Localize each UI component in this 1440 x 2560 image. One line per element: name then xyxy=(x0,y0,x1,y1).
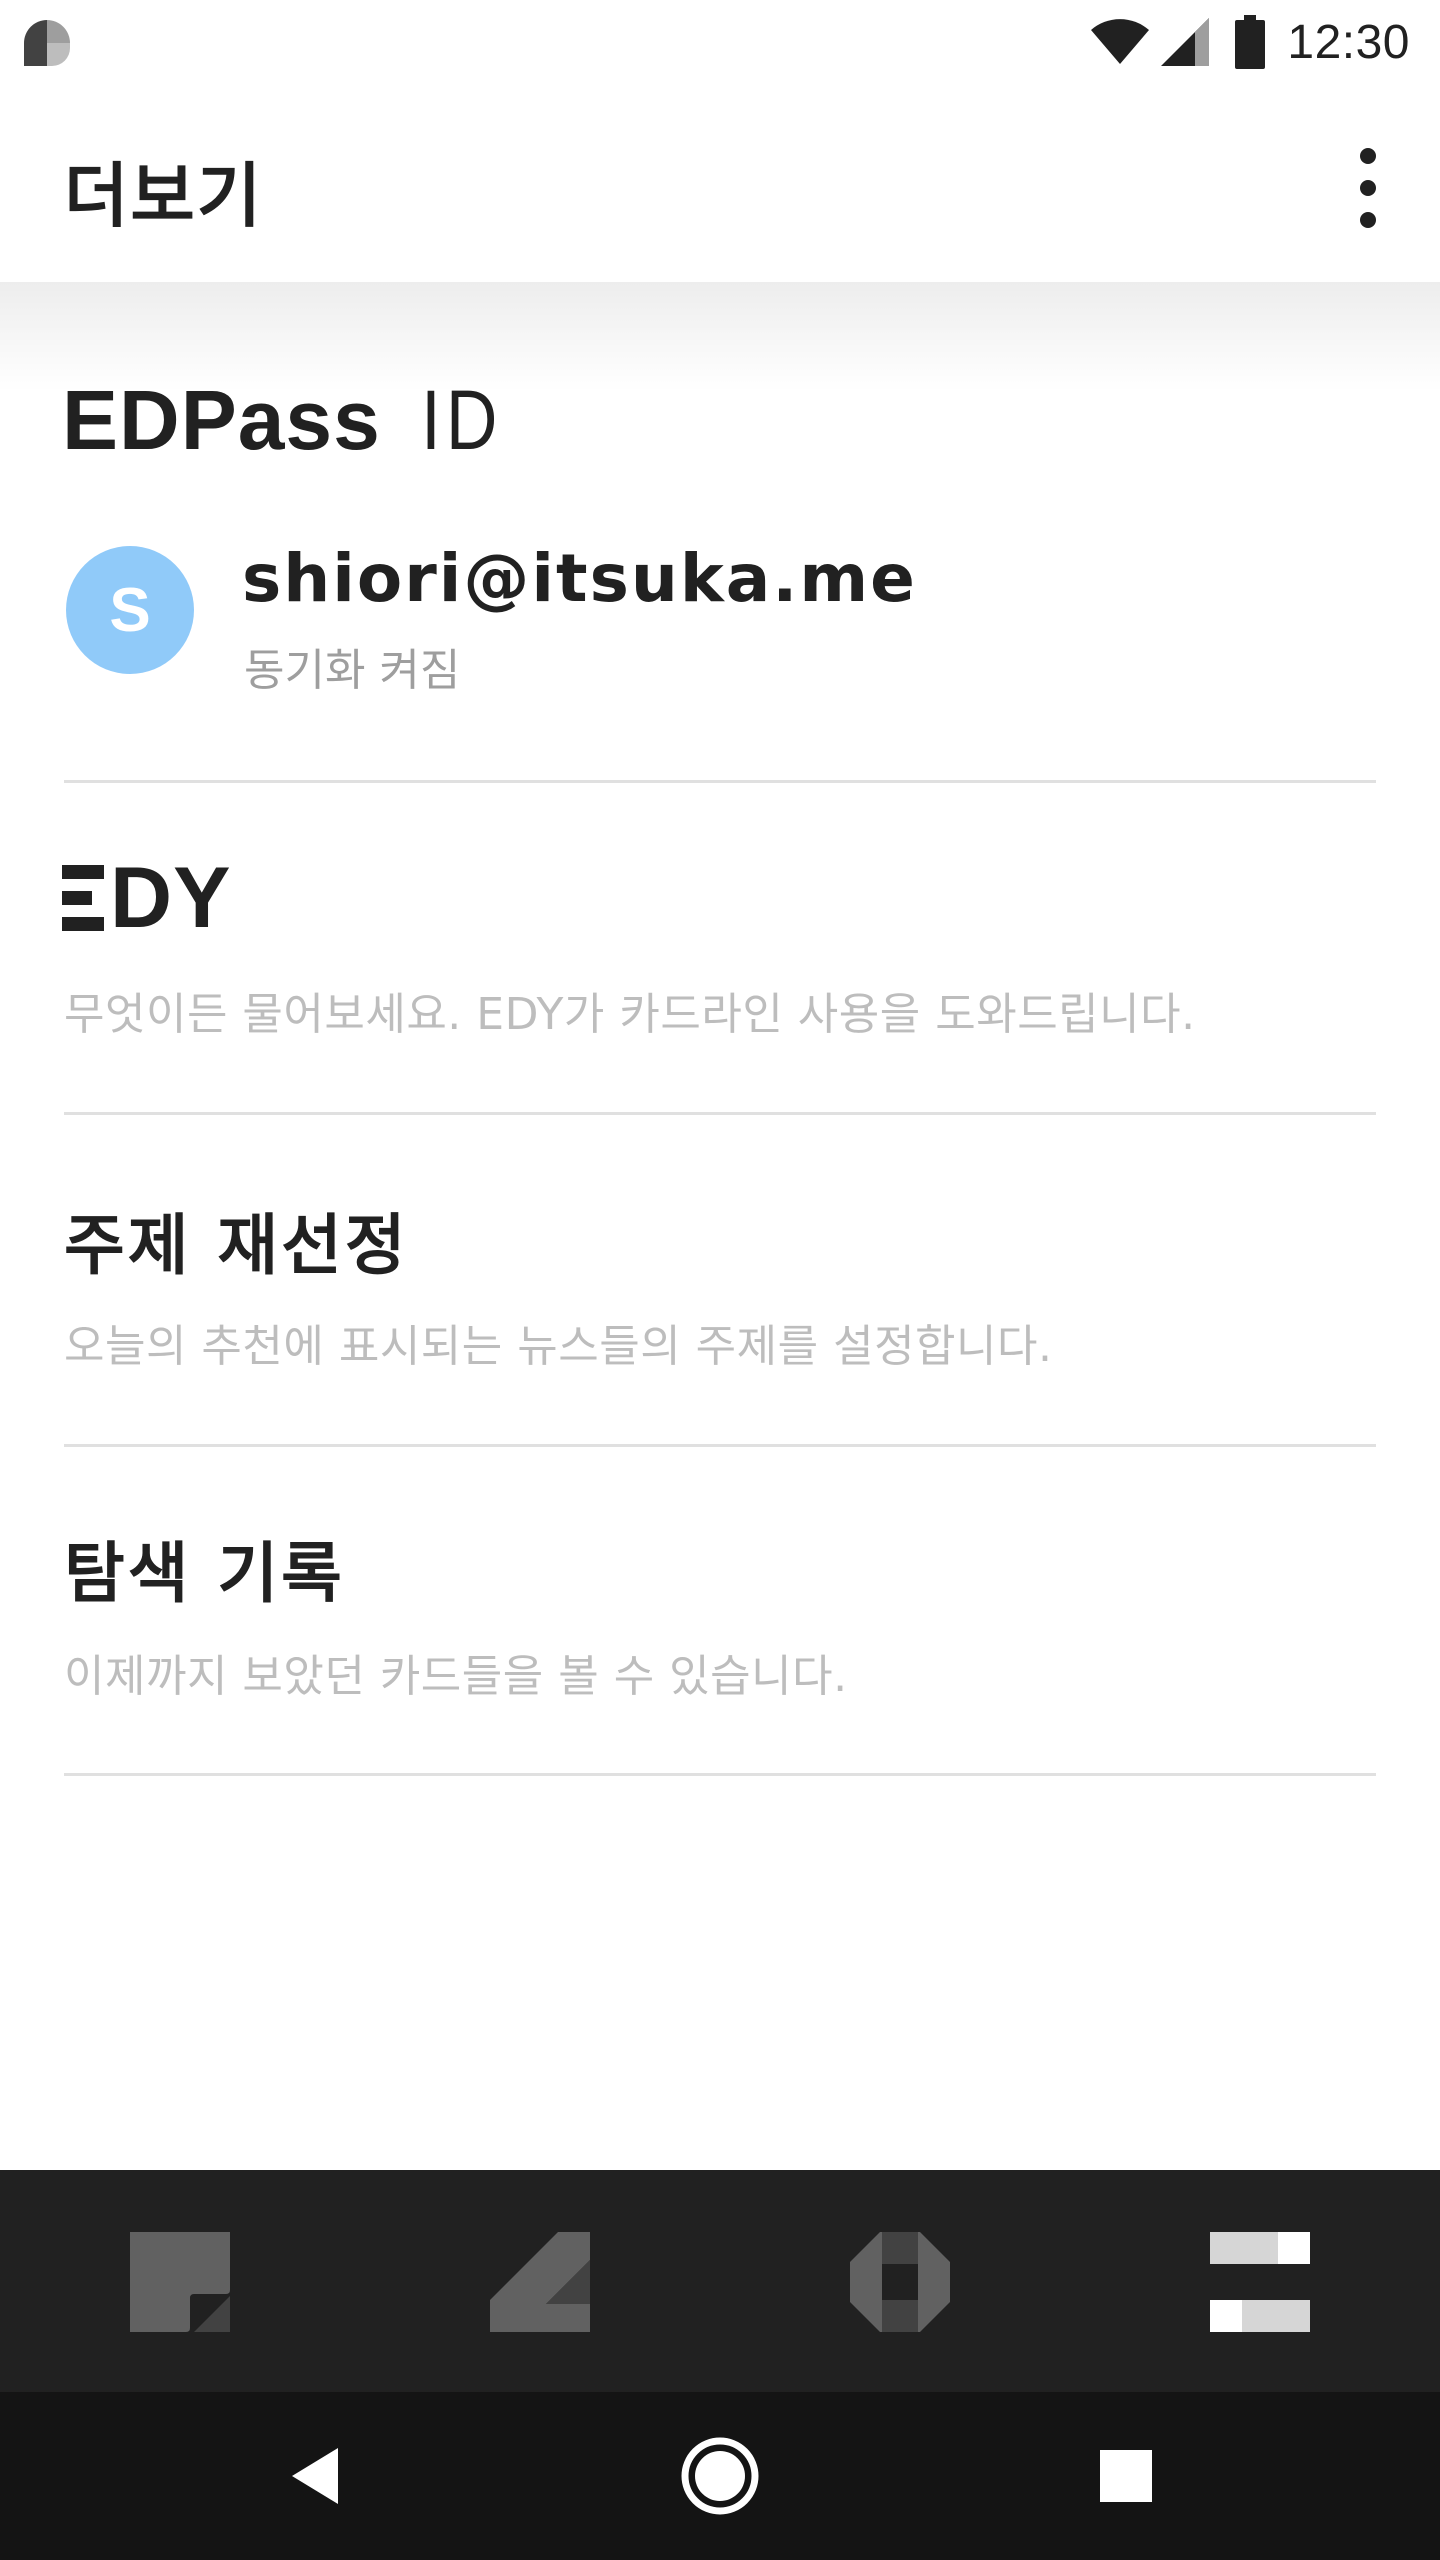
account-email: shiori@itsuka.me xyxy=(242,540,917,617)
more-vert-icon[interactable] xyxy=(1340,148,1396,228)
topics-description: 오늘의 추천에 표시되는 뉴스들의 주제를 설정합니다. xyxy=(64,1321,1053,1372)
app-notification-icon xyxy=(24,20,70,66)
avatar: S xyxy=(66,546,194,674)
wifi-icon xyxy=(1091,19,1150,64)
status-icons: 12:30 xyxy=(1089,12,1410,72)
edpass-logo-word: EDPass xyxy=(62,373,381,467)
recents-icon[interactable] xyxy=(1084,2434,1168,2518)
divider xyxy=(64,1773,1376,1776)
home-icon[interactable] xyxy=(678,2434,762,2518)
overflow-dot xyxy=(1360,148,1376,164)
status-time: 12:30 xyxy=(1287,15,1410,69)
cell-signal-icon xyxy=(1161,18,1210,66)
edy-logo: DY xyxy=(62,850,232,946)
account-row[interactable]: S shiori@itsuka.me 동기화 켜짐 xyxy=(64,540,1384,696)
tab-home-icon[interactable] xyxy=(128,2230,232,2334)
edpass-logo: EDPass ID xyxy=(62,372,517,467)
overflow-dot xyxy=(1360,180,1376,196)
menu-item-topics[interactable]: 주제 재선정 오늘의 추천에 표시되는 뉴스들의 주제를 설정합니다. xyxy=(0,1115,1440,1445)
topics-title: 주제 재선정 xyxy=(64,1207,409,1284)
battery-icon xyxy=(1235,15,1266,69)
edy-logo-text: DY xyxy=(110,850,232,946)
system-nav-bar xyxy=(0,2392,1440,2560)
menu-item-edy[interactable]: DY 무엇이든 물어보세요. EDY가 카드라인 사용을 도와드립니다. xyxy=(0,783,1440,1113)
menu-item-history[interactable]: 탐색 기록 이제까지 보았던 카드들을 볼 수 있습니다. xyxy=(0,1447,1440,1777)
history-description: 이제까지 보았던 카드들을 볼 수 있습니다. xyxy=(64,1651,848,1702)
bottom-tab-bar xyxy=(0,2170,1440,2392)
tab-more-icon[interactable] xyxy=(1208,2230,1312,2334)
back-icon[interactable] xyxy=(276,2434,360,2518)
tab-discover-icon[interactable] xyxy=(848,2230,952,2334)
edy-description: 무엇이든 물어보세요. EDY가 카드라인 사용을 도와드립니다. xyxy=(64,989,1196,1040)
edpass-logo-id: ID xyxy=(420,373,503,467)
history-title: 탐색 기록 xyxy=(64,1535,345,1612)
sync-status: 동기화 켜짐 xyxy=(244,645,461,696)
status-bar: 12:30 xyxy=(0,0,1440,84)
page-title: 더보기 xyxy=(64,155,264,237)
tab-edit-icon[interactable] xyxy=(488,2230,592,2334)
edy-logo-e xyxy=(62,865,104,931)
overflow-dot xyxy=(1360,212,1376,228)
app-bar: 더보기 xyxy=(0,84,1440,282)
